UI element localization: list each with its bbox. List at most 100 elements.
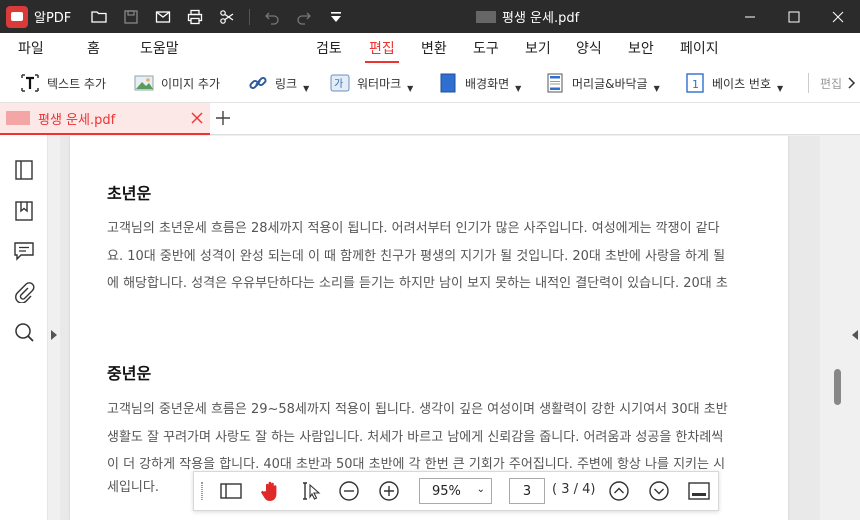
- menu-file[interactable]: 파일: [18, 38, 44, 58]
- section-title: 초년운: [107, 184, 152, 203]
- bates-number-icon: 1: [685, 73, 705, 93]
- chevron-down-circle-icon: [649, 481, 669, 501]
- scrollbar-thumb[interactable]: [834, 369, 841, 405]
- sidebar-expand-icon[interactable]: [51, 330, 57, 340]
- maximize-button[interactable]: [772, 0, 816, 33]
- undo-icon[interactable]: [256, 0, 288, 33]
- header-footer-icon: [545, 73, 565, 93]
- document-tab-bar: 평생 운세.pdf: [0, 103, 860, 135]
- paragraph-line: 에 해당합니다. 성격은 우유부단하다는 소리를 듣기는 하지만 남이 보지 못…: [107, 276, 728, 291]
- pdf-page: 초년운 고객님의 초년운세 흐름은 28세까지 적용이 됩니다. 어려서부터 인…: [70, 136, 788, 520]
- search-icon[interactable]: [13, 321, 35, 343]
- header-footer-button[interactable]: 머리글&바닥글 ▼: [545, 63, 660, 103]
- dropdown-arrow-icon: ▼: [515, 83, 522, 93]
- fit-page-button[interactable]: [684, 472, 714, 510]
- menu-page[interactable]: 페이지: [680, 38, 719, 58]
- watermark-icon: 가: [330, 73, 350, 93]
- divider: [808, 73, 809, 93]
- hand-icon: [261, 481, 277, 501]
- redacted-text: [476, 10, 496, 23]
- paragraph-line: 생활도 잘 꾸려가며 사랑도 잘 하는 사람입니다. 처세가 바르고 남에게 신…: [107, 430, 724, 445]
- menu-review[interactable]: 검토: [316, 38, 342, 58]
- edit-toolbar: 텍스트 추가 이미지 추가 링크 ▼ 가 워터마크 ▼ 배경화면 ▼ 머리글&바…: [0, 63, 860, 103]
- app-logo-icon: [6, 5, 28, 28]
- paragraph-line: 요. 10대 중반에 성격이 완성 되는데 이 때 함께한 친구가 평생의 지기…: [107, 249, 726, 264]
- document-title: 평생 운세.pdf: [476, 0, 579, 33]
- menu-convert[interactable]: 변환: [421, 38, 447, 58]
- link-button[interactable]: 링크 ▼: [248, 63, 309, 103]
- drag-handle[interactable]: [201, 482, 203, 500]
- svg-text:가: 가: [334, 78, 343, 90]
- dropdown-arrow-icon: ▼: [407, 83, 414, 93]
- zoom-in-button[interactable]: [374, 472, 404, 510]
- paragraph-line: 고객님의 초년운세 흐름은 28세까지 적용이 됩니다. 어려서부터 인기가 많…: [107, 221, 720, 236]
- panel-view-button[interactable]: [216, 472, 246, 510]
- edit-button[interactable]: 편집: [820, 63, 842, 103]
- quick-access-dropdown-icon[interactable]: [320, 0, 352, 33]
- bookmark-icon[interactable]: [13, 200, 35, 222]
- chevron-down-icon: ⌄: [476, 484, 485, 495]
- minimize-button[interactable]: [728, 0, 772, 33]
- right-panel-expand-icon[interactable]: [852, 330, 858, 340]
- zoom-out-icon: [339, 481, 359, 501]
- fit-page-icon: [688, 482, 710, 500]
- link-icon: [248, 73, 268, 93]
- document-tab[interactable]: 평생 운세.pdf: [0, 103, 210, 135]
- mail-icon[interactable]: [147, 0, 179, 33]
- menu-home[interactable]: 홈: [87, 38, 100, 58]
- app-name: 알PDF: [34, 11, 72, 26]
- background-icon: [438, 73, 458, 93]
- print-icon[interactable]: [179, 0, 211, 33]
- text-cursor-icon: [303, 482, 321, 500]
- menu-tools[interactable]: 도구: [473, 38, 499, 58]
- divider: [249, 8, 251, 25]
- menu-security[interactable]: 보안: [628, 38, 654, 58]
- menu-edit[interactable]: 편집: [365, 38, 399, 63]
- menu-form[interactable]: 양식: [576, 38, 602, 58]
- bates-number-button[interactable]: 1 베이츠 번호 ▼: [685, 63, 783, 103]
- panel-view-icon: [220, 483, 242, 499]
- select-text-button[interactable]: [296, 472, 326, 510]
- vertical-scrollbar[interactable]: [822, 136, 852, 520]
- document-viewer[interactable]: 초년운 고객님의 초년운세 흐름은 28세까지 적용이 됩니다. 어려서부터 인…: [60, 136, 820, 520]
- dropdown-arrow-icon: ▼: [303, 83, 310, 93]
- chevron-up-icon: [609, 481, 629, 501]
- background-button[interactable]: 배경화면 ▼: [438, 63, 521, 103]
- zoom-in-icon: [379, 481, 399, 501]
- add-text-button[interactable]: 텍스트 추가: [20, 63, 106, 103]
- pdf-thumbnail-icon: [6, 111, 30, 125]
- panel-toggle-icon[interactable]: [13, 159, 35, 181]
- dropdown-arrow-icon: ▼: [653, 83, 660, 93]
- section-title: 중년운: [107, 364, 152, 383]
- left-sidebar: [0, 135, 48, 520]
- page-total-label: ( 3 / 4): [552, 482, 596, 497]
- next-page-button[interactable]: [644, 472, 674, 510]
- title-bar: 알PDF 평생 운세.pdf: [0, 0, 860, 33]
- zoom-level-select[interactable]: 95% ⌄: [419, 478, 492, 504]
- hand-tool-button[interactable]: [256, 472, 286, 510]
- add-image-button[interactable]: 이미지 추가: [134, 63, 220, 103]
- previous-page-button[interactable]: [604, 472, 634, 510]
- dropdown-arrow-icon: ▼: [777, 83, 784, 93]
- close-button[interactable]: [816, 0, 860, 33]
- menu-help[interactable]: 도움말: [140, 38, 179, 58]
- new-tab-icon[interactable]: [214, 109, 232, 127]
- menu-bar: 파일 홈 도움말 검토 편집 변환 도구 보기 양식 보안 페이지: [0, 33, 860, 63]
- svg-text:1: 1: [692, 78, 699, 91]
- menu-view[interactable]: 보기: [525, 38, 551, 58]
- text-box-icon: [20, 73, 40, 93]
- attachment-icon[interactable]: [13, 281, 35, 303]
- close-tab-icon[interactable]: [190, 111, 204, 125]
- zoom-out-button[interactable]: [334, 472, 364, 510]
- toolbar-scroll-right-icon[interactable]: [848, 63, 856, 103]
- page-number-input[interactable]: 3: [509, 478, 545, 504]
- floating-navigation-bar: 95% ⌄ 3 ( 3 / 4): [193, 471, 719, 511]
- open-folder-icon[interactable]: [83, 0, 115, 33]
- redo-icon[interactable]: [288, 0, 320, 33]
- watermark-button[interactable]: 가 워터마크 ▼: [330, 63, 413, 103]
- image-icon: [134, 73, 154, 93]
- comment-icon[interactable]: [13, 240, 35, 262]
- paragraph-line: 고객님의 중년운세 흐름은 29~58세까지 적용이 됩니다. 생각이 깊은 여…: [107, 402, 728, 417]
- scissors-icon[interactable]: [211, 0, 243, 33]
- save-icon[interactable]: [115, 0, 147, 33]
